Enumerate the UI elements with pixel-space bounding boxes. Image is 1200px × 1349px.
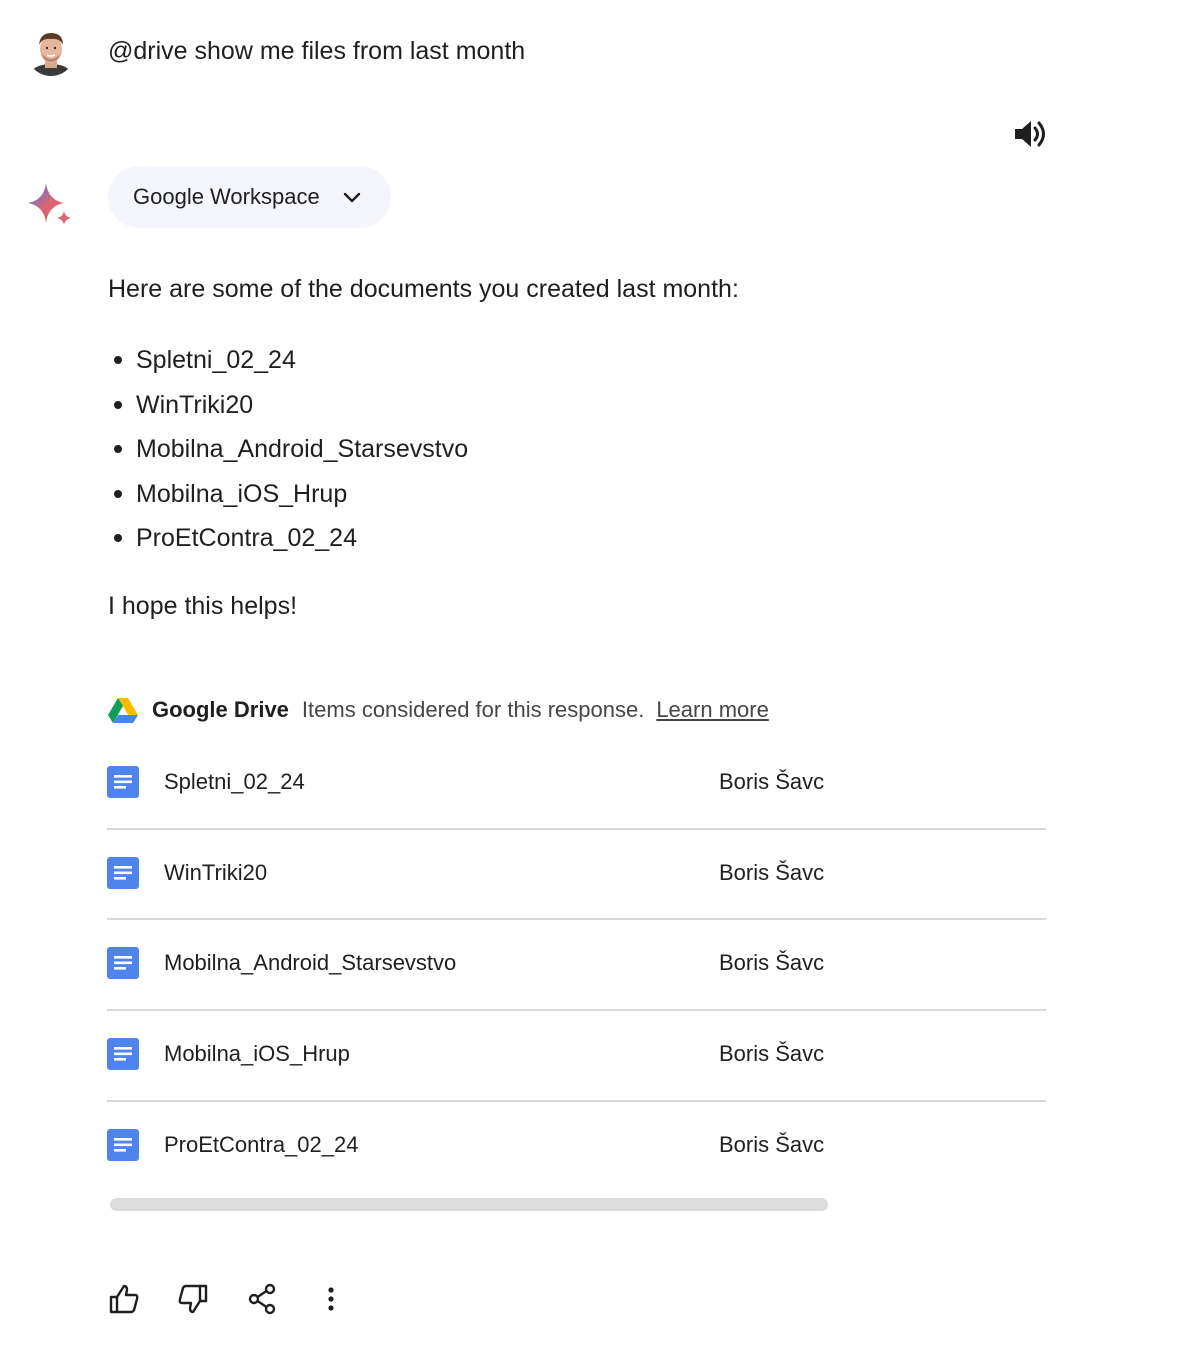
horizontal-scrollbar[interactable] [110, 1198, 828, 1211]
file-row[interactable]: Mobilna_iOS_Hrup Boris Šavc [107, 1011, 1046, 1102]
response-outro: I hope this helps! [108, 592, 298, 620]
google-drive-icon [108, 697, 138, 723]
thumbs-down-button[interactable] [173, 1279, 213, 1319]
list-item-text: WinTriki20 [136, 390, 254, 419]
thumbs-up-icon [109, 1284, 139, 1314]
more-options-button[interactable] [311, 1279, 351, 1319]
file-name: Mobilna_Android_Starsevstvo [164, 950, 457, 976]
share-icon [248, 1283, 276, 1315]
speaker-icon[interactable] [1010, 114, 1050, 154]
file-owner: Boris Šavc [719, 950, 825, 976]
file-owner: Boris Šavc [719, 769, 825, 794]
list-item-text: Mobilna_iOS_Hrup [136, 479, 348, 508]
file-owner: Boris Šavc [719, 1131, 825, 1157]
bullet-dot [114, 400, 122, 409]
file-owner: Boris Šavc [719, 1041, 825, 1067]
share-button[interactable] [242, 1279, 282, 1319]
user-prompt-text: @drive show me files from last month [108, 37, 526, 65]
list-item: Mobilna_Android_Starsevstvo [108, 427, 468, 472]
bullet-dot [114, 534, 122, 543]
user-avatar [26, 24, 76, 76]
file-owner: Boris Šavc [719, 859, 825, 885]
file-name: Mobilna_iOS_Hrup [164, 1041, 350, 1067]
sources-title: Google Drive [152, 697, 289, 722]
list-item-text: ProEtContra_02_24 [136, 524, 357, 553]
bullet-dot [114, 445, 122, 454]
google-docs-icon [107, 947, 139, 980]
google-docs-icon [107, 1038, 139, 1071]
chevron-down-icon [343, 192, 360, 203]
list-item-text: Mobilna_Android_Starsevstvo [136, 435, 469, 464]
source-file-list: Spletni_02_24 Boris Šavc WinTriki20 Bori… [107, 739, 1046, 1190]
file-row[interactable]: WinTriki20 Boris Šavc [107, 830, 1046, 921]
google-docs-icon [107, 856, 139, 889]
list-item: WinTriki20 [108, 383, 468, 428]
file-name: WinTriki20 [164, 859, 268, 885]
list-item: ProEtContra_02_24 [108, 516, 468, 561]
thumbs-up-button[interactable] [104, 1279, 144, 1319]
bullet-dot [114, 489, 122, 498]
file-name: ProEtContra_02_24 [164, 1131, 359, 1157]
more-vert-icon [328, 1287, 334, 1311]
file-name: Spletni_02_24 [164, 769, 305, 794]
extension-chip-label: Google Workspace [133, 184, 320, 209]
file-row[interactable]: Mobilna_Android_Starsevstvo Boris Šavc [107, 920, 1046, 1012]
response-actions [104, 1279, 380, 1319]
response-intro: Here are some of the documents you creat… [108, 275, 739, 303]
list-item: Spletni_02_24 [108, 338, 468, 383]
file-row[interactable]: ProEtContra_02_24 Boris Šavc [107, 1102, 1046, 1191]
google-docs-icon [107, 766, 139, 798]
google-docs-icon [107, 1128, 139, 1161]
thumbs-down-icon [178, 1284, 208, 1314]
sources-note: Items considered for this response. [301, 697, 645, 722]
extension-chip[interactable]: Google Workspace [108, 166, 391, 228]
learn-more-link[interactable]: Learn more [656, 697, 769, 723]
file-row[interactable]: Spletni_02_24 Boris Šavc [107, 739, 1046, 830]
list-item-text: Spletni_02_24 [136, 346, 296, 375]
list-item: Mobilna_iOS_Hrup [108, 472, 468, 517]
gemini-sparkle-icon [26, 180, 76, 230]
response-bullet-list: Spletni_02_24 WinTriki20 Mobilna_Android… [108, 338, 468, 561]
bullet-dot [114, 356, 122, 365]
sources-header: Google Drive Items considered for this r… [108, 693, 769, 727]
